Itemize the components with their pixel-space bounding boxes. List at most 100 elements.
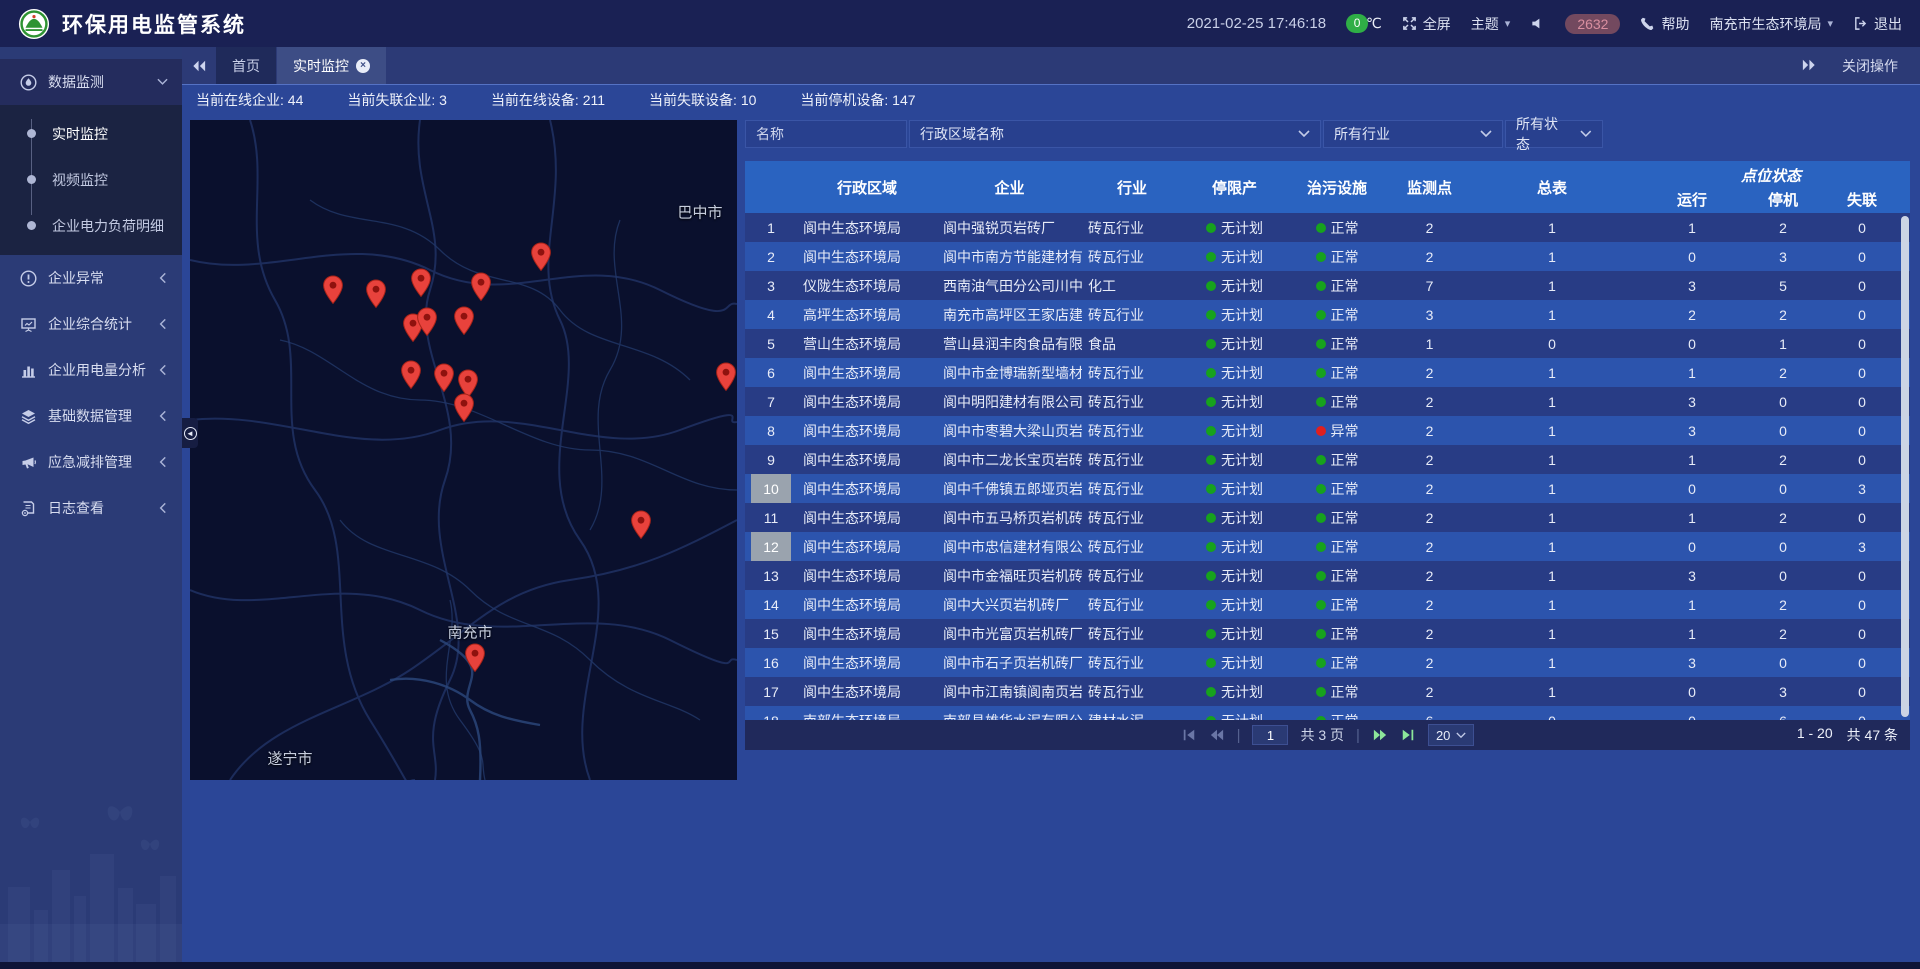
tab-close-icon[interactable]: ×: [356, 59, 370, 73]
sidebar-group-6[interactable]: 应急减排管理: [0, 439, 182, 485]
pagination-prev-button[interactable]: [1209, 728, 1225, 742]
company-cell: 阆中市江南镇阆南页岩: [937, 682, 1082, 702]
chevron-down-icon: [1456, 732, 1466, 739]
chevron-left-icon: [157, 366, 168, 374]
map-marker-pin[interactable]: [433, 363, 455, 393]
help-button[interactable]: 帮助: [1640, 14, 1689, 34]
status-ok-dot: [1206, 571, 1216, 581]
map-marker-pin[interactable]: [470, 272, 492, 302]
map-marker-pin[interactable]: [630, 510, 652, 540]
table-row[interactable]: 8阆中生态环境局阆中市枣碧大梁山页岩砖瓦行业无计划异常21300: [745, 416, 1910, 445]
monitor-points-cell: 6: [1387, 713, 1472, 721]
table-row[interactable]: 14阆中生态环境局阆中大兴页岩机砖厂砖瓦行业无计划正常21120: [745, 590, 1910, 619]
table-row[interactable]: 6阆中生态环境局阆中市金博瑞新型墙材砖瓦行业无计划正常21120: [745, 358, 1910, 387]
table-row[interactable]: 5营山生态环境局营山县润丰肉食品有限食品无计划正常10010: [745, 329, 1910, 358]
monitor-points-cell: 2: [1387, 568, 1472, 584]
tab-realtime-monitor[interactable]: 实时监控 ×: [277, 47, 387, 84]
map-marker-pin[interactable]: [322, 275, 344, 305]
table-scrollbar[interactable]: [1901, 216, 1909, 717]
row-index-cell: 12: [745, 532, 797, 561]
pagination-last-button[interactable]: [1400, 728, 1416, 742]
table-row[interactable]: 18南部生态环境局南部县雄华水泥有限公建材水泥无计划正常60060: [745, 706, 1910, 720]
tab-home[interactable]: 首页: [216, 47, 277, 84]
table-row[interactable]: 16阆中生态环境局阆中市石子页岩机砖厂砖瓦行业无计划正常21300: [745, 648, 1910, 677]
region-filter-select[interactable]: 行政区域名称: [909, 120, 1321, 148]
pagination-first-button[interactable]: [1181, 728, 1197, 742]
map-marker-pin[interactable]: [416, 307, 438, 337]
theme-dropdown[interactable]: 主题 ▾: [1471, 14, 1511, 34]
total-meter-cell: 1: [1472, 452, 1632, 468]
mute-button[interactable]: [1530, 16, 1545, 31]
sidebar-group-4[interactable]: 企业用电量分析: [0, 347, 182, 393]
map-marker-pin[interactable]: [453, 306, 475, 336]
map-marker-pin[interactable]: [530, 242, 552, 272]
table-row[interactable]: 1阆中生态环境局阆中强锐页岩砖厂砖瓦行业无计划正常21120: [745, 213, 1910, 242]
map-marker-pin[interactable]: [453, 393, 475, 423]
page-number-input[interactable]: [1252, 725, 1288, 745]
notification-count-badge[interactable]: 2632: [1565, 14, 1620, 34]
sidebar-group-7[interactable]: 日志查看: [0, 485, 182, 531]
facility-status-cell: 正常: [1287, 537, 1387, 557]
tab-scroll-right-button[interactable]: [1802, 58, 1816, 74]
monitor-points-cell: 2: [1387, 626, 1472, 642]
last-page-icon: [1401, 729, 1415, 741]
table-row[interactable]: 4高坪生态环境局南充市高坪区王家店建砖瓦行业无计划正常31220: [745, 300, 1910, 329]
map-marker-pin[interactable]: [365, 279, 387, 309]
running-count-cell: 0: [1632, 684, 1752, 700]
offline-count-cell: 0: [1814, 365, 1910, 381]
temperature-badge: 0: [1346, 14, 1368, 33]
chevron-down-icon: [157, 78, 168, 86]
sidebar-group-5[interactable]: 基础数据管理: [0, 393, 182, 439]
next-page-icon: [1373, 729, 1387, 741]
tab-scroll-left-button[interactable]: [182, 47, 216, 84]
map-marker-pin[interactable]: [464, 643, 486, 673]
table-row[interactable]: 10阆中生态环境局阆中千佛镇五郎垭页岩砖瓦行业无计划正常21003: [745, 474, 1910, 503]
theme-label: 主题: [1471, 14, 1499, 34]
close-operations-button[interactable]: 关闭操作: [1842, 56, 1898, 76]
offline-count-cell: 0: [1814, 336, 1910, 352]
page-size-select[interactable]: 20: [1428, 724, 1474, 746]
table-row[interactable]: 13阆中生态环境局阆中市金福旺页岩机砖砖瓦行业无计划正常21300: [745, 561, 1910, 590]
table-row[interactable]: 9阆中生态环境局阆中市二龙长宝页岩砖砖瓦行业无计划正常21120: [745, 445, 1910, 474]
offline-count-cell: 0: [1814, 510, 1910, 526]
map-marker-pin[interactable]: [410, 268, 432, 298]
logout-button[interactable]: 退出: [1853, 14, 1902, 34]
sidebar-group-2[interactable]: 企业异常: [0, 255, 182, 301]
facility-status-cell: 正常: [1287, 363, 1387, 383]
name-filter-input[interactable]: [745, 120, 907, 148]
sidebar-item-视频监控[interactable]: 视频监控: [0, 157, 182, 203]
sidebar-item-企业电力负荷明细[interactable]: 企业电力负荷明细: [0, 203, 182, 249]
row-index-cell: 11: [745, 503, 797, 532]
industry-filter-select[interactable]: 所有行业: [1323, 120, 1503, 148]
running-count-cell: 0: [1632, 249, 1752, 265]
map-marker-pin[interactable]: [715, 362, 737, 392]
stat-当前在线设备: 当前在线设备: 211: [491, 90, 605, 110]
region-cell: 阆中生态环境局: [797, 508, 937, 528]
table-row[interactable]: 17阆中生态环境局阆中市江南镇阆南页岩砖瓦行业无计划正常21030: [745, 677, 1910, 706]
table-row[interactable]: 7阆中生态环境局阆中明阳建材有限公司砖瓦行业无计划正常21300: [745, 387, 1910, 416]
monitor-points-cell: 2: [1387, 655, 1472, 671]
stopped-count-cell: 2: [1752, 307, 1814, 323]
table-row[interactable]: 3仪陇生态环境局西南油气田分公司川中化工无计划正常71350: [745, 271, 1910, 300]
table-row[interactable]: 12阆中生态环境局阆中市忠信建材有限公砖瓦行业无计划正常21003: [745, 532, 1910, 561]
table-row[interactable]: 11阆中生态环境局阆中市五马桥页岩机砖砖瓦行业无计划正常21120: [745, 503, 1910, 532]
col-offline: 失联: [1814, 187, 1910, 213]
panel-collapse-button[interactable]: ◄: [182, 418, 198, 448]
user-org-dropdown[interactable]: 南充市生态环境局 ▾: [1709, 14, 1833, 34]
sidebar-group-3[interactable]: 企业综合统计: [0, 301, 182, 347]
table-row[interactable]: 15阆中生态环境局阆中市光富页岩机砖厂砖瓦行业无计划正常21120: [745, 619, 1910, 648]
status-filter-select[interactable]: 所有状态: [1505, 120, 1603, 148]
fullscreen-button[interactable]: 全屏: [1402, 14, 1451, 34]
stopped-count-cell: 0: [1752, 481, 1814, 497]
row-index-cell: 1: [745, 213, 797, 242]
sidebar-item-实时监控[interactable]: 实时监控: [0, 111, 182, 157]
map-marker-pin[interactable]: [400, 360, 422, 390]
filter-row: 行政区域名称 所有行业 所有状态: [745, 120, 1910, 148]
stopped-count-cell: 1: [1752, 336, 1814, 352]
map-panel[interactable]: 巴中市南充市遂宁市: [190, 120, 737, 780]
sidebar-group-1[interactable]: 数据监测: [0, 59, 182, 105]
table-row[interactable]: 2阆中生态环境局阆中市南方节能建材有砖瓦行业无计划正常21030: [745, 242, 1910, 271]
limit-status-label: 无计划: [1221, 305, 1263, 325]
limit-status-cell: 无计划: [1182, 218, 1287, 238]
pagination-next-button[interactable]: [1372, 728, 1388, 742]
